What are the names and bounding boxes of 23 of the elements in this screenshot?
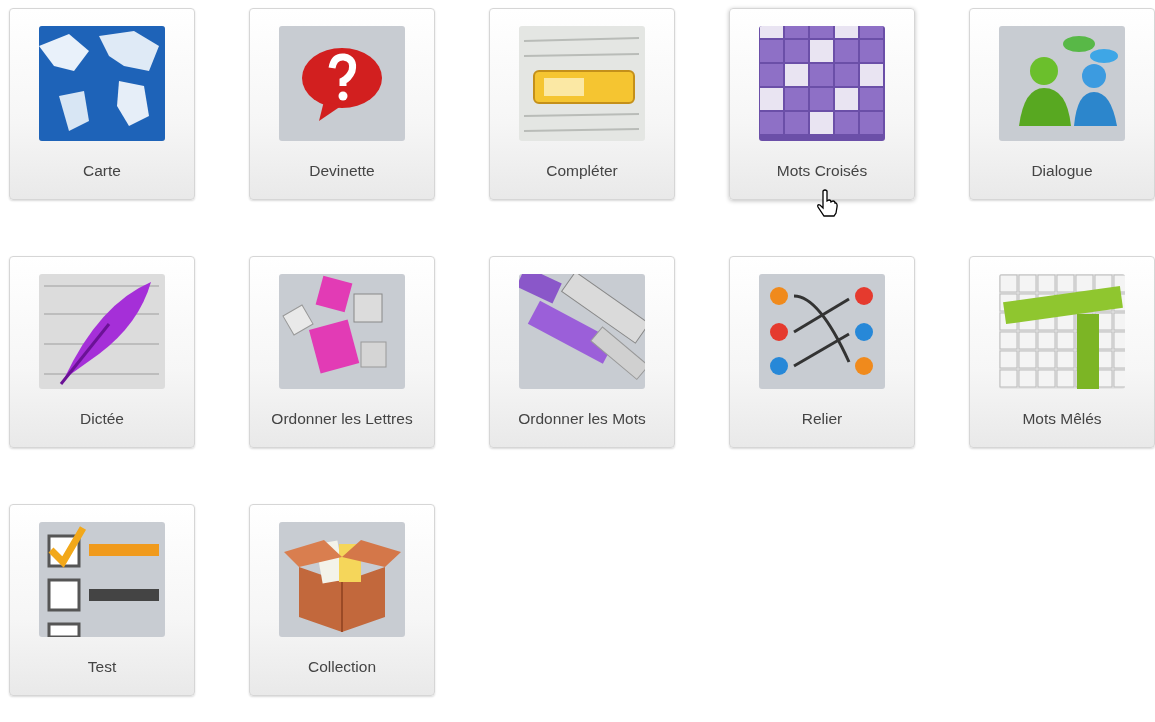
activity-tile[interactable]: Compléter (489, 8, 675, 200)
crossword-grid-icon (759, 26, 885, 141)
feather-icon (39, 274, 165, 389)
word-bars-icon (519, 274, 645, 389)
fill-in-tag-icon (519, 26, 645, 141)
activity-tile[interactable]: Test (9, 504, 195, 696)
activity-tile[interactable]: Dictée (9, 256, 195, 448)
activity-tile[interactable]: Carte (9, 8, 195, 200)
letter-tiles-icon (279, 274, 405, 389)
word-search-icon (999, 274, 1125, 389)
activity-tile[interactable]: Dialogue (969, 8, 1155, 200)
question-bubble-icon (279, 26, 405, 141)
activity-tile[interactable]: Ordonner les Lettres (249, 256, 435, 448)
globe-icon (39, 26, 165, 141)
chat-figures-icon (999, 26, 1125, 141)
checklist-icon (39, 522, 165, 637)
activity-tile[interactable]: Mots Mêlés (969, 256, 1155, 448)
activity-tile[interactable]: Collection (249, 504, 435, 696)
matching-arrows-icon (759, 274, 885, 389)
activity-tile[interactable]: Devinette (249, 8, 435, 200)
cardboard-box-icon (279, 522, 405, 637)
activity-tile[interactable]: Ordonner les Mots (489, 256, 675, 448)
activity-tile[interactable]: Relier (729, 256, 915, 448)
